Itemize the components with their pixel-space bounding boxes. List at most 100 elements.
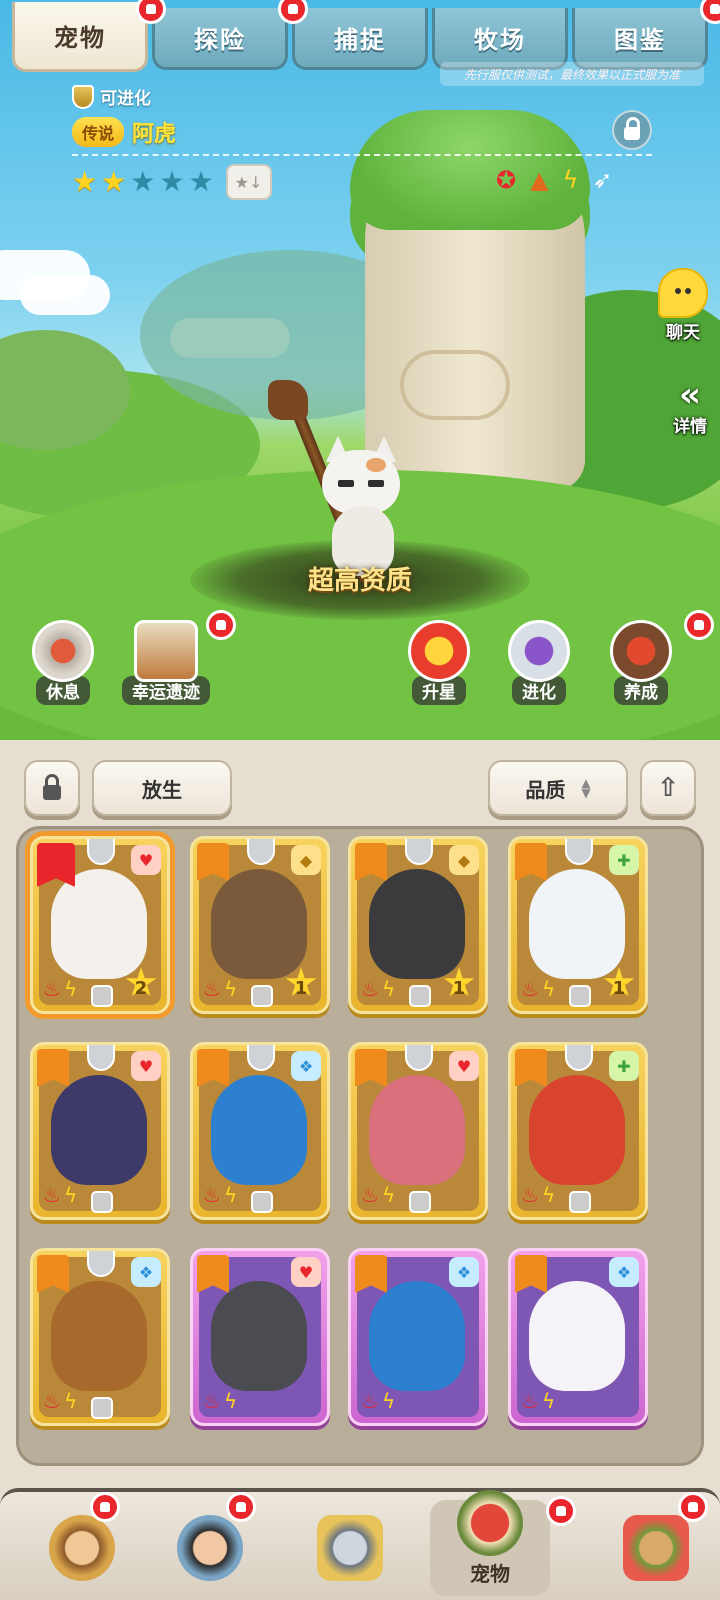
lucky-ruins-alert-icon	[206, 610, 236, 640]
star-empty-icon: ★	[130, 165, 156, 198]
chat-icon	[658, 268, 708, 318]
fire-paw-icon: ♥	[131, 1051, 161, 1081]
lock-icon	[569, 985, 591, 1007]
pet-portrait	[211, 1281, 307, 1391]
crest-icon	[565, 839, 593, 865]
nav-hero-alert-icon	[226, 1492, 256, 1522]
pet-card[interactable]: ❖ ♨ ϟ	[190, 1042, 330, 1220]
pet-card[interactable]: ❖ ♨ ϟ	[30, 1248, 170, 1426]
lock-icon	[409, 1191, 431, 1213]
crest-icon	[405, 1045, 433, 1071]
pet-card[interactable]: ◆ ♨ ϟ ★ 1	[348, 836, 488, 1014]
rest-button[interactable]: 休息	[32, 620, 94, 705]
lock-icon	[409, 985, 431, 1007]
evolve-icon	[508, 620, 570, 682]
attribute-icons: ✪ ▲ ϟ ➶	[496, 166, 613, 194]
star-empty-icon: ★	[159, 165, 185, 198]
pet-card[interactable]: ✚ ♨ ϟ	[508, 1042, 648, 1220]
lightning-icon: ϟ	[541, 1183, 556, 1207]
pet-card[interactable]: ♥ ♨ ϟ	[30, 1042, 170, 1220]
sort-select[interactable]: 品质 ▲ ▼	[488, 760, 628, 816]
pet-card[interactable]: ✚ ♨ ϟ ★ 1	[508, 836, 648, 1014]
pet-lock-button[interactable]	[612, 110, 652, 150]
trait-icons: ♨ ϟ	[521, 977, 555, 1001]
tab-explore[interactable]: 探险	[152, 8, 288, 70]
trait-icons: ♨ ϟ	[521, 1183, 555, 1207]
nav-battle[interactable]	[290, 1500, 410, 1596]
tab-ranch[interactable]: 牧场	[432, 8, 568, 70]
lightning-icon: ϟ	[63, 977, 78, 1001]
release-button[interactable]: 放生	[92, 760, 232, 816]
lightning-icon: ϟ	[381, 977, 396, 1001]
sleeping-pet-icon	[32, 620, 94, 682]
trait-icons: ♨ ϟ	[203, 977, 237, 1001]
lightning-icon: ϟ	[223, 1389, 238, 1413]
pet-card[interactable]: ❖ ♨ ϟ	[348, 1248, 488, 1426]
shield-icon	[72, 84, 94, 109]
trait-icons: ♨ ϟ	[361, 1183, 395, 1207]
lightning-icon: ϟ	[562, 166, 579, 194]
lucky-ruins-button[interactable]: 幸运遗迹	[122, 620, 210, 705]
tab-capture[interactable]: 捕捉	[292, 8, 428, 70]
sort-arrows-icon: ▲ ▼	[581, 776, 591, 800]
pet-card[interactable]: ♥ ♨ ϟ	[348, 1042, 488, 1220]
tab-pet[interactable]: 宠物	[12, 2, 148, 72]
nav-pet[interactable]: 宠物	[430, 1489, 550, 1596]
water-icon: ❖	[609, 1257, 639, 1287]
release-label: 放生	[142, 777, 182, 802]
evolve-button[interactable]: 进化	[508, 620, 570, 705]
fire-icon: ♨	[43, 977, 61, 1001]
fire-icon: ♨	[361, 1183, 379, 1207]
nav-pet-label: 宠物	[470, 1561, 510, 1586]
pet-card[interactable]: ◆ ♨ ϟ ★ 1	[190, 836, 330, 1014]
nav-tribe[interactable]	[22, 1500, 142, 1596]
water-icon: ❖	[131, 1257, 161, 1287]
lock-icon	[251, 1191, 273, 1213]
trait-icons: ♨ ϟ	[361, 1389, 395, 1413]
nurture-button[interactable]: 养成	[610, 620, 672, 705]
fire-claw-icon: ✪	[496, 166, 517, 194]
pet-portrait	[211, 1075, 307, 1185]
detail-button[interactable]: « 详情	[662, 378, 718, 437]
pet-level: 1	[294, 978, 308, 999]
star-preview-button[interactable]: ★↓	[225, 164, 272, 200]
lightning-icon: ϟ	[223, 1183, 238, 1207]
nature-icon: ✚	[609, 845, 639, 875]
pet-level: 1	[452, 978, 466, 999]
divider	[72, 154, 652, 156]
pet-icon	[457, 1489, 523, 1556]
village-icon	[623, 1515, 689, 1581]
fire-icon: ♨	[521, 977, 539, 1001]
chat-button[interactable]: 聊天	[650, 268, 716, 343]
earth-icon: ◆	[449, 845, 479, 875]
fire-icon: ♨	[361, 1389, 379, 1413]
tab-codex[interactable]: 图鉴	[572, 8, 708, 70]
fire-paw-icon: ♥	[291, 1257, 321, 1287]
pet-card[interactable]: ♥ ♨ ϟ	[190, 1248, 330, 1426]
trait-icons: ♨ ϟ	[361, 977, 395, 1001]
sort-order-button[interactable]: ⇧	[640, 760, 696, 816]
pet-card[interactable]: ❖ ♨ ϟ	[508, 1248, 648, 1426]
pet-portrait	[529, 1075, 625, 1185]
lightning-icon: ϟ	[541, 1389, 556, 1413]
lock-icon	[624, 116, 640, 140]
quality-label: 超高资质	[307, 566, 412, 596]
mountain-icon: ▲	[530, 166, 549, 194]
fire-icon: ♨	[203, 1389, 221, 1413]
fire-icon: ♨	[361, 977, 379, 1001]
pet-card[interactable]: ♥ ♨ ϟ ★ 2	[30, 836, 170, 1014]
trait-icons: ♨ ϟ	[43, 1183, 77, 1207]
hero-icon	[177, 1515, 243, 1581]
trait-icons: ♨ ϟ	[43, 1389, 77, 1413]
fire-paw-icon: ♥	[449, 1051, 479, 1081]
trait-icons: ♨ ϟ	[43, 977, 77, 1001]
lightning-icon: ϟ	[381, 1389, 396, 1413]
lock-icon	[91, 1397, 113, 1419]
lightning-icon: ϟ	[541, 977, 556, 1001]
nav-tribe-alert-icon	[90, 1492, 120, 1522]
evolve-text: 可进化	[100, 89, 151, 109]
fire-icon: ♨	[43, 1183, 61, 1207]
lock-filter-button[interactable]	[24, 760, 80, 816]
star-up-button[interactable]: 升星	[408, 620, 470, 705]
lightning-icon: ϟ	[63, 1183, 78, 1207]
